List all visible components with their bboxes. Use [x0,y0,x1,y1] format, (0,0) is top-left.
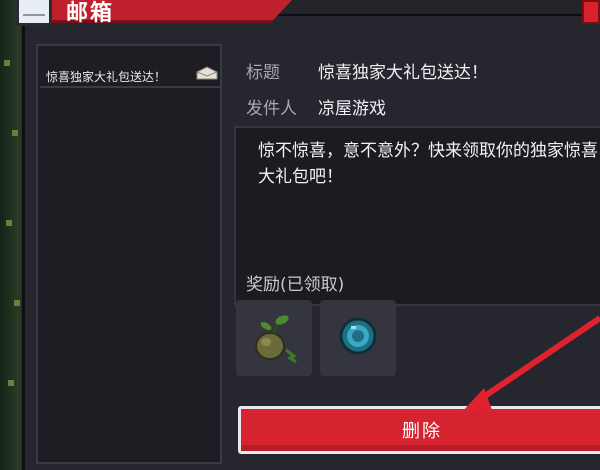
mailbox-icon [16,0,52,26]
mail-list-item[interactable]: 惊喜独家大礼包送达！ [40,54,220,88]
title-label: 标题 [246,63,280,83]
mail-body-text: 惊不惊喜，意不意外？快来领取你的独家惊喜大礼包吧！ [258,141,598,187]
title-bar [22,0,292,23]
rewards-label: 奖励(已领取) [246,275,345,295]
sender-row: 发件人 凉屋游戏 [246,94,386,119]
title-bar-background [250,0,590,16]
window-title: 邮箱 [66,1,115,26]
mail-detail: 标题 惊喜独家大礼包送达！ 发件人 凉屋游戏 惊不惊喜，意不意外？快来领取你的独家惊… [232,44,600,464]
sender-value: 凉屋游戏 [318,99,386,119]
seed-sprout-icon [255,315,297,364]
reward-slot[interactable] [236,300,312,376]
sender-label: 发件人 [246,99,297,119]
envelope-open-icon [196,66,218,80]
title-value: 惊喜独家大礼包送达！ [318,63,488,83]
title-row: 标题 惊喜独家大礼包送达！ [246,58,488,83]
mail-item-subject: 惊喜独家大礼包送达！ [46,70,167,84]
mail-list: 惊喜独家大礼包送达！ [36,44,222,464]
delete-button[interactable]: 删除 [238,406,600,454]
blue-orb-icon [339,317,377,355]
reward-slot[interactable] [320,300,396,376]
close-button[interactable] [582,0,600,24]
